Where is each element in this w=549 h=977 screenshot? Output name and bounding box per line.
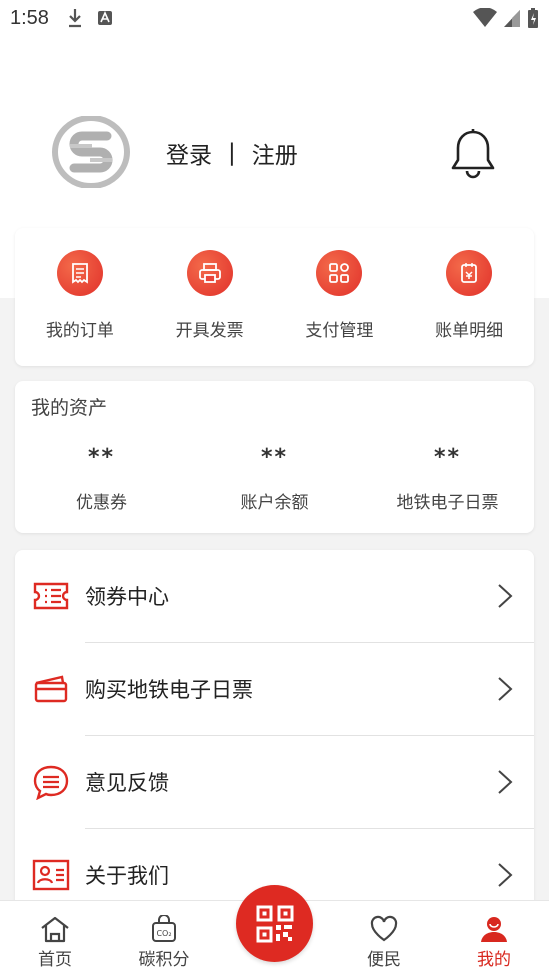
tab-convenience[interactable]: 便民 (349, 915, 419, 970)
tab-label: 首页 (38, 950, 72, 970)
asset-balance[interactable]: ** 账户余额 (188, 445, 361, 513)
tab-label: 便民 (367, 950, 401, 970)
printer-icon (186, 250, 233, 296)
bill-icon (446, 250, 493, 296)
quick-action-label: 账单明细 (435, 321, 504, 341)
app-logo-icon (52, 116, 130, 188)
quick-action-bills[interactable]: 账单明细 (409, 250, 529, 366)
wallet-icon (31, 671, 71, 707)
tab-label: 碳积分 (138, 950, 190, 970)
quick-action-label: 我的订单 (45, 321, 114, 341)
tab-mine[interactable]: 我的 (459, 915, 529, 970)
home-icon (41, 916, 69, 943)
menu-list: 领券中心 购买地铁电子日票 意见反馈 关于我们 (15, 550, 534, 910)
bell-icon[interactable] (450, 128, 496, 180)
quick-action-label: 支付管理 (305, 321, 374, 341)
asset-value: ** (433, 445, 461, 470)
login-separator: | (228, 140, 236, 166)
menu-item-label: 购买地铁电子日票 (85, 678, 253, 702)
asset-coupons[interactable]: ** 优惠券 (15, 445, 188, 513)
quick-action-orders[interactable]: 我的订单 (20, 250, 140, 366)
menu-item-label: 领券中心 (85, 585, 169, 609)
menu-item-label: 关于我们 (85, 864, 169, 888)
coupon-icon (31, 578, 71, 614)
menu-item-feedback[interactable]: 意见反馈 (15, 736, 534, 828)
quick-action-invoice[interactable]: 开具发票 (150, 250, 270, 366)
asset-label: 优惠券 (76, 493, 127, 513)
menu-item-coupon-center[interactable]: 领券中心 (15, 550, 534, 642)
asset-label: 账户余额 (240, 493, 309, 513)
status-time: 1:58 (10, 6, 49, 29)
quick-actions-card: 我的订单 开具发票 支付管理 账单明细 (15, 228, 534, 366)
user-icon (481, 917, 507, 942)
qr-code-icon (256, 905, 293, 942)
svg-text:CO₂: CO₂ (156, 929, 171, 938)
co2-bag-icon: CO₂ (152, 915, 176, 942)
quick-action-payment[interactable]: 支付管理 (279, 250, 399, 366)
assets-title: 我的资产 (31, 397, 108, 419)
contact-card-icon (31, 857, 71, 893)
login-register: 登录 | 注册 (166, 136, 298, 170)
signal-icon (504, 10, 520, 27)
scan-qr-button[interactable] (236, 885, 313, 962)
app-notification-icon (97, 11, 112, 25)
register-link[interactable]: 注册 (252, 136, 298, 170)
my-assets-card: 我的资产 ** 优惠券 ** 账户余额 ** 地铁电子日票 (15, 381, 534, 533)
receipt-icon (56, 250, 103, 296)
chevron-right-icon (498, 677, 513, 701)
battery-icon (528, 8, 538, 28)
grid-icon (316, 250, 363, 296)
heart-icon (370, 915, 398, 942)
chevron-right-icon (498, 770, 513, 794)
chevron-right-icon (498, 584, 513, 608)
quick-action-label: 开具发票 (175, 321, 244, 341)
asset-value: ** (260, 445, 288, 470)
asset-value: ** (87, 445, 115, 470)
tab-home[interactable]: 首页 (20, 915, 90, 970)
tab-label: 我的 (477, 950, 511, 970)
wifi-icon (473, 8, 497, 27)
asset-label: 地铁电子日票 (396, 493, 499, 513)
menu-item-buy-day-ticket[interactable]: 购买地铁电子日票 (15, 643, 534, 735)
chat-icon (31, 764, 71, 800)
download-icon (68, 9, 81, 28)
chevron-right-icon (498, 863, 513, 887)
menu-item-label: 意见反馈 (85, 771, 169, 795)
login-link[interactable]: 登录 (166, 136, 212, 170)
asset-day-ticket[interactable]: ** 地铁电子日票 (361, 445, 534, 513)
tab-carbon-points[interactable]: CO₂ 碳积分 (129, 915, 199, 970)
status-bar: 1:58 (0, 0, 549, 36)
